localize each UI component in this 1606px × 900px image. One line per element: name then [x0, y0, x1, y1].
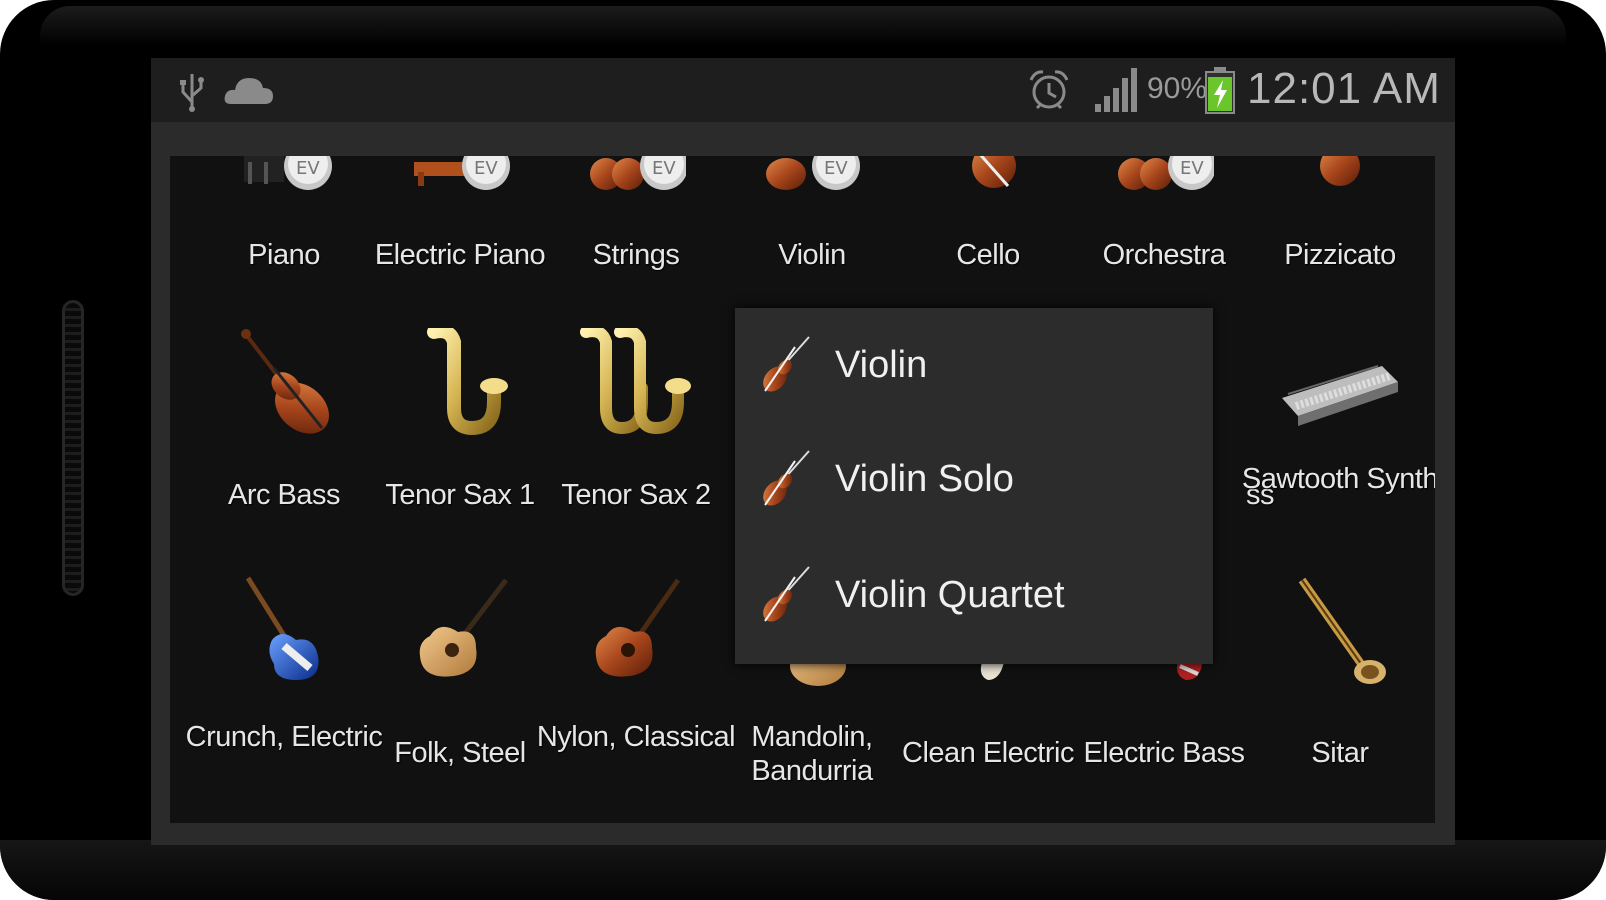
instrument-pizzicato[interactable]: Pizzicato	[1250, 156, 1430, 296]
instrument-folk-steel[interactable]: Folk, Steel	[370, 574, 550, 804]
instrument-tenor-sax-2[interactable]: Tenor Sax 2	[546, 326, 726, 546]
svg-text:EV: EV	[1180, 158, 1204, 179]
instrument-label: Sawtooth Synth	[1241, 463, 1435, 495]
cloud-icon	[224, 78, 273, 104]
instrument-cello[interactable]: Cello	[898, 156, 1078, 296]
alarm-icon	[1029, 70, 1069, 110]
instrument-nylon-classical[interactable]: Nylon, Classical	[537, 574, 736, 804]
instrument-label: Piano	[248, 239, 320, 271]
violin-icon	[763, 336, 810, 392]
instrument-grid: EV Piano EV Electric Piano EV Strings EV…	[170, 156, 1435, 823]
svg-text:EV: EV	[652, 158, 676, 179]
pizzicato-icon	[1320, 156, 1360, 186]
phone-top-bezel	[40, 6, 1566, 46]
instrument-sitar[interactable]: Sitar	[1250, 574, 1430, 804]
battery-charging-icon	[1205, 67, 1235, 114]
orchestra-icon: EV	[1118, 156, 1214, 190]
instrument-label: Clean Electric	[902, 737, 1074, 769]
instrument-label: Orchestra	[1102, 239, 1226, 271]
piano-icon: EV	[244, 156, 332, 190]
classical-guitar-icon	[595, 578, 681, 677]
instrument-crunch-electric[interactable]: Crunch, Electric	[186, 574, 383, 804]
svg-text:EV: EV	[824, 158, 848, 179]
instrument-piano[interactable]: EV Piano	[194, 156, 374, 296]
violin-icon: EV	[766, 156, 860, 190]
svg-text:EV: EV	[296, 158, 320, 179]
electric-piano-icon: EV	[414, 156, 510, 190]
arc-bass-icon	[241, 329, 329, 434]
instrument-arc-bass[interactable]: Arc Bass	[194, 326, 374, 546]
acoustic-guitar-icon	[419, 578, 508, 677]
instrument-sawtooth-synth[interactable]: Sawtooth Synth	[1242, 326, 1435, 546]
status-bar: 90% 12:01 AM	[151, 58, 1455, 122]
instrument-label: Strings	[592, 239, 680, 271]
instrument-label: Tenor Sax 2	[561, 479, 711, 511]
phone-frame: 90% 12:01 AM EV Piano EV Electric Piano …	[0, 0, 1606, 900]
instrument-label: Folk, Steel	[394, 737, 526, 769]
instrument-label: Cello	[956, 239, 1020, 271]
electric-guitar-icon	[245, 576, 319, 680]
battery-percent: 90%	[1147, 72, 1208, 105]
instrument-violin[interactable]: EV Violin	[722, 156, 902, 296]
instrument-orchestra[interactable]: EV Orchestra	[1074, 156, 1254, 296]
instrument-label: Pizzicato	[1284, 239, 1396, 271]
screen: 90% 12:01 AM EV Piano EV Electric Piano …	[151, 58, 1455, 845]
usb-icon	[180, 74, 204, 112]
instrument-label: Nylon, Classical	[536, 721, 736, 753]
strings-icon: EV	[590, 156, 686, 190]
clock: 12:01 AM	[1247, 64, 1441, 113]
svg-text:EV: EV	[474, 158, 498, 179]
instrument-label: Tenor Sax 1	[385, 479, 535, 511]
sitar-icon	[1298, 577, 1386, 684]
menu-item-label: Violin Quartet	[835, 574, 1065, 616]
violin-icon	[763, 566, 810, 622]
instrument-label: Crunch, Electric	[185, 721, 383, 753]
instrument-strings[interactable]: EV Strings	[546, 156, 726, 296]
instrument-variant-menu: Violin Violin Solo Violin Quartet	[735, 308, 1213, 664]
instrument-label: Electric Bass	[1083, 737, 1245, 769]
instrument-electric-piano[interactable]: EV Electric Piano	[370, 156, 550, 296]
phone-bottom-bezel	[0, 840, 1606, 900]
instrument-tenor-sax-1[interactable]: Tenor Sax 1	[370, 326, 550, 546]
menu-item-violin-quartet[interactable]: Violin Quartet	[735, 538, 1213, 652]
instrument-label: Electric Piano	[374, 239, 546, 271]
menu-item-label: Violin Solo	[835, 458, 1014, 500]
violin-icon	[763, 450, 810, 506]
menu-item-violin[interactable]: Violin	[735, 308, 1213, 422]
saxophone-icon	[427, 328, 508, 436]
phone-speaker	[62, 300, 84, 596]
instrument-label: Sitar	[1311, 737, 1369, 769]
instrument-label: Mandolin, Bandurria	[751, 721, 873, 787]
instrument-label: Violin	[778, 239, 846, 271]
instrument-label: Arc Bass	[227, 479, 341, 511]
menu-item-label: Violin	[835, 344, 928, 386]
saxophone-pair-icon	[580, 328, 691, 435]
signal-icon	[1095, 68, 1137, 112]
synthesizer-icon	[1282, 365, 1398, 426]
menu-item-violin-solo[interactable]: Violin Solo	[735, 422, 1213, 536]
cello-icon	[972, 156, 1016, 188]
